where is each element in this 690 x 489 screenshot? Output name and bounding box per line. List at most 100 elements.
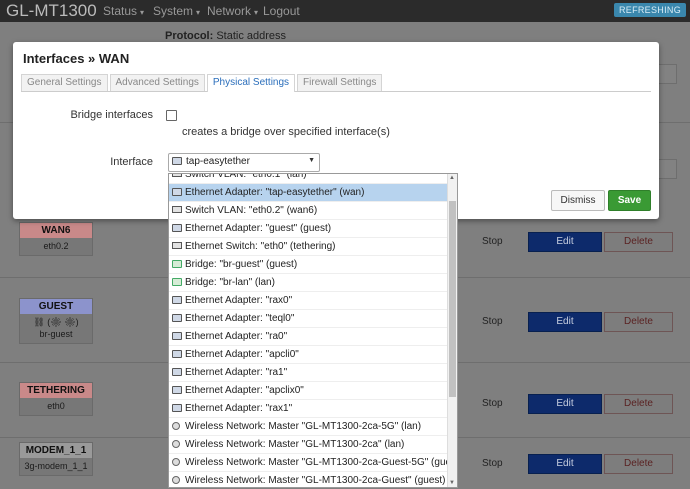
dismiss-button[interactable]: Dismiss — [551, 190, 605, 211]
dropdown-option[interactable]: Wireless Network: Master "GL-MT1300-2ca-… — [169, 418, 447, 436]
edit-button[interactable]: Edit — [528, 394, 602, 414]
dropdown-option-label: Ethernet Adapter: "apcli0" — [185, 349, 299, 360]
dropdown-option[interactable]: Ethernet Adapter: "rax1" — [169, 400, 447, 418]
dropdown-option[interactable]: Ethernet Adapter: "tap-easytether" (wan) — [169, 184, 447, 202]
edit-button[interactable]: Edit — [528, 454, 602, 474]
stop-button[interactable]: Stop — [482, 316, 503, 327]
ethernet-icon — [172, 157, 182, 165]
scroll-up-icon[interactable]: ▲ — [449, 175, 455, 181]
dropdown-option[interactable]: Bridge: "br-guest" (guest) — [169, 256, 447, 274]
dropdown-option-label: Ethernet Adapter: "ra1" — [185, 367, 288, 378]
nav-network[interactable]: Network ▾ — [207, 4, 258, 18]
interface-dropdown-list[interactable]: Wireless Network: Master "GL-MT1300-2ca-… — [168, 173, 458, 488]
interface-label: Interface — [110, 156, 153, 168]
dropdown-option-label: Ethernet Adapter: "guest" (guest) — [185, 223, 332, 234]
protocol-info: Protocol: Static address — [165, 30, 287, 42]
interface-card-guest: GUEST ⛓ (⚙ ⚙) br-guest — [19, 298, 93, 344]
dropdown-option[interactable]: Ethernet Adapter: "apcli0" — [169, 346, 447, 364]
dropdown-option-label: Ethernet Adapter: "rax0" — [185, 295, 293, 306]
dropdown-option[interactable]: Switch VLAN: "eth0.1" (lan) — [169, 174, 447, 184]
dropdown-option[interactable]: Wireless Network: Master "GL-MT1300-2ca-… — [169, 454, 447, 472]
tab-firewall-settings[interactable]: Firewall Settings — [297, 74, 383, 91]
refresh-status-badge[interactable]: REFRESHING — [613, 3, 686, 17]
dropdown-option[interactable]: Wireless Network: Master "GL-MT1300-2ca"… — [169, 436, 447, 454]
dropdown-option-label: Ethernet Adapter: "apclix0" — [185, 385, 304, 396]
wireless-icon — [172, 422, 180, 430]
dropdown-option[interactable]: Ethernet Adapter: "apclix0" — [169, 382, 447, 400]
dropdown-option[interactable]: Ethernet Adapter: "ra0" — [169, 328, 447, 346]
interface-name: WAN6 — [20, 223, 92, 238]
side-button[interactable] — [657, 64, 677, 84]
switch-icon — [172, 206, 182, 213]
bridge-interfaces-checkbox[interactable] — [166, 110, 177, 121]
chevron-down-icon: ▾ — [140, 8, 145, 17]
switch-icon — [172, 242, 182, 249]
ethernet-icon — [172, 368, 182, 376]
delete-button[interactable]: Delete — [604, 312, 673, 332]
brand-logo[interactable]: GL-MT1300 — [6, 1, 97, 21]
chevron-down-icon: ▼ — [308, 157, 315, 164]
dropdown-option[interactable]: Wireless Network: Master "GL-MT1300-2ca-… — [169, 472, 447, 487]
interface-card-wan6: WAN6 eth0.2 — [19, 222, 93, 256]
edit-button[interactable]: Edit — [528, 232, 602, 252]
ethernet-icon — [172, 296, 182, 304]
interface-select[interactable]: tap-easytether ▼ — [168, 153, 320, 172]
dropdown-option-label: Wireless Network: Master "GL-MT1300-2ca-… — [185, 475, 446, 486]
stop-button[interactable]: Stop — [482, 398, 503, 409]
interface-select-value: tap-easytether — [186, 156, 250, 167]
dropdown-option-label: Switch VLAN: "eth0.2" (wan6) — [185, 205, 318, 216]
tab-general-settings[interactable]: General Settings — [21, 74, 108, 91]
interface-name: TETHERING — [20, 383, 92, 398]
chevron-down-icon: ▾ — [196, 8, 201, 17]
dropdown-option[interactable]: Switch VLAN: "eth0.2" (wan6) — [169, 202, 447, 220]
dropdown-option-label: Bridge: "br-guest" (guest) — [185, 259, 298, 270]
nav-status[interactable]: Status ▾ — [103, 4, 144, 18]
wireless-icon — [172, 476, 180, 484]
bridge-icon — [172, 278, 182, 286]
edit-button[interactable]: Edit — [528, 312, 602, 332]
dropdown-option[interactable]: Ethernet Adapter: "teql0" — [169, 310, 447, 328]
delete-button[interactable]: Delete — [604, 394, 673, 414]
ethernet-icon — [172, 404, 182, 412]
tab-advanced-settings[interactable]: Advanced Settings — [109, 74, 205, 91]
scroll-down-icon[interactable]: ▼ — [449, 480, 455, 486]
settings-tabs: General Settings Advanced Settings Physi… — [21, 74, 651, 92]
nav-logout[interactable]: Logout — [263, 4, 300, 18]
dropdown-scrollbar[interactable]: ▲ ▼ — [447, 174, 457, 487]
interface-name: GUEST — [20, 299, 92, 314]
wireless-icon — [172, 458, 180, 466]
dropdown-option-label: Wireless Network: Master "GL-MT1300-2ca-… — [185, 457, 447, 468]
tab-physical-settings[interactable]: Physical Settings — [206, 74, 296, 92]
dropdown-option-label: Ethernet Adapter: "tap-easytether" (wan) — [185, 187, 365, 198]
stop-button[interactable]: Stop — [482, 458, 503, 469]
dropdown-option-label: Wireless Network: Master "GL-MT1300-2ca"… — [185, 439, 405, 450]
dropdown-option[interactable]: Ethernet Adapter: "ra1" — [169, 364, 447, 382]
bridge-interfaces-label: Bridge interfaces — [70, 109, 153, 121]
scroll-thumb[interactable] — [449, 201, 456, 397]
ethernet-icon — [172, 350, 182, 358]
side-button[interactable] — [657, 159, 677, 179]
interface-device: 3g-modem_1_1 — [24, 461, 88, 471]
dropdown-option-label: Wireless Network: Master "GL-MT1300-2ca-… — [185, 421, 422, 432]
dropdown-option-label: Ethernet Adapter: "teql0" — [185, 313, 295, 324]
interface-device: eth0.2 — [43, 241, 69, 251]
dropdown-option[interactable]: Bridge: "br-lan" (lan) — [169, 274, 447, 292]
dropdown-option-label: Bridge: "br-lan" (lan) — [185, 277, 275, 288]
dropdown-option[interactable]: Ethernet Adapter: "rax0" — [169, 292, 447, 310]
delete-button[interactable]: Delete — [604, 232, 673, 252]
top-navbar: GL-MT1300 Status ▾ System ▾ Network ▾ Logou… — [0, 0, 690, 22]
bridge-hint: creates a bridge over specified interfac… — [182, 126, 390, 138]
nav-system[interactable]: System ▾ — [153, 4, 200, 18]
ethernet-icon — [172, 314, 182, 322]
stop-button[interactable]: Stop — [482, 236, 503, 247]
dropdown-option[interactable]: Ethernet Adapter: "guest" (guest) — [169, 220, 447, 238]
save-button[interactable]: Save — [608, 190, 651, 211]
delete-button[interactable]: Delete — [604, 454, 673, 474]
ethernet-icon — [172, 332, 182, 340]
dropdown-option[interactable]: Ethernet Switch: "eth0" (tethering) — [169, 238, 447, 256]
dropdown-option-label: Ethernet Adapter: "rax1" — [185, 403, 293, 414]
ethernet-icon — [172, 188, 182, 196]
dropdown-option-label: Ethernet Adapter: "ra0" — [185, 331, 288, 342]
bridge-members-icon: ⛓ (⚙ ⚙) — [33, 317, 79, 327]
modal-title: Interfaces » WAN — [23, 51, 130, 66]
